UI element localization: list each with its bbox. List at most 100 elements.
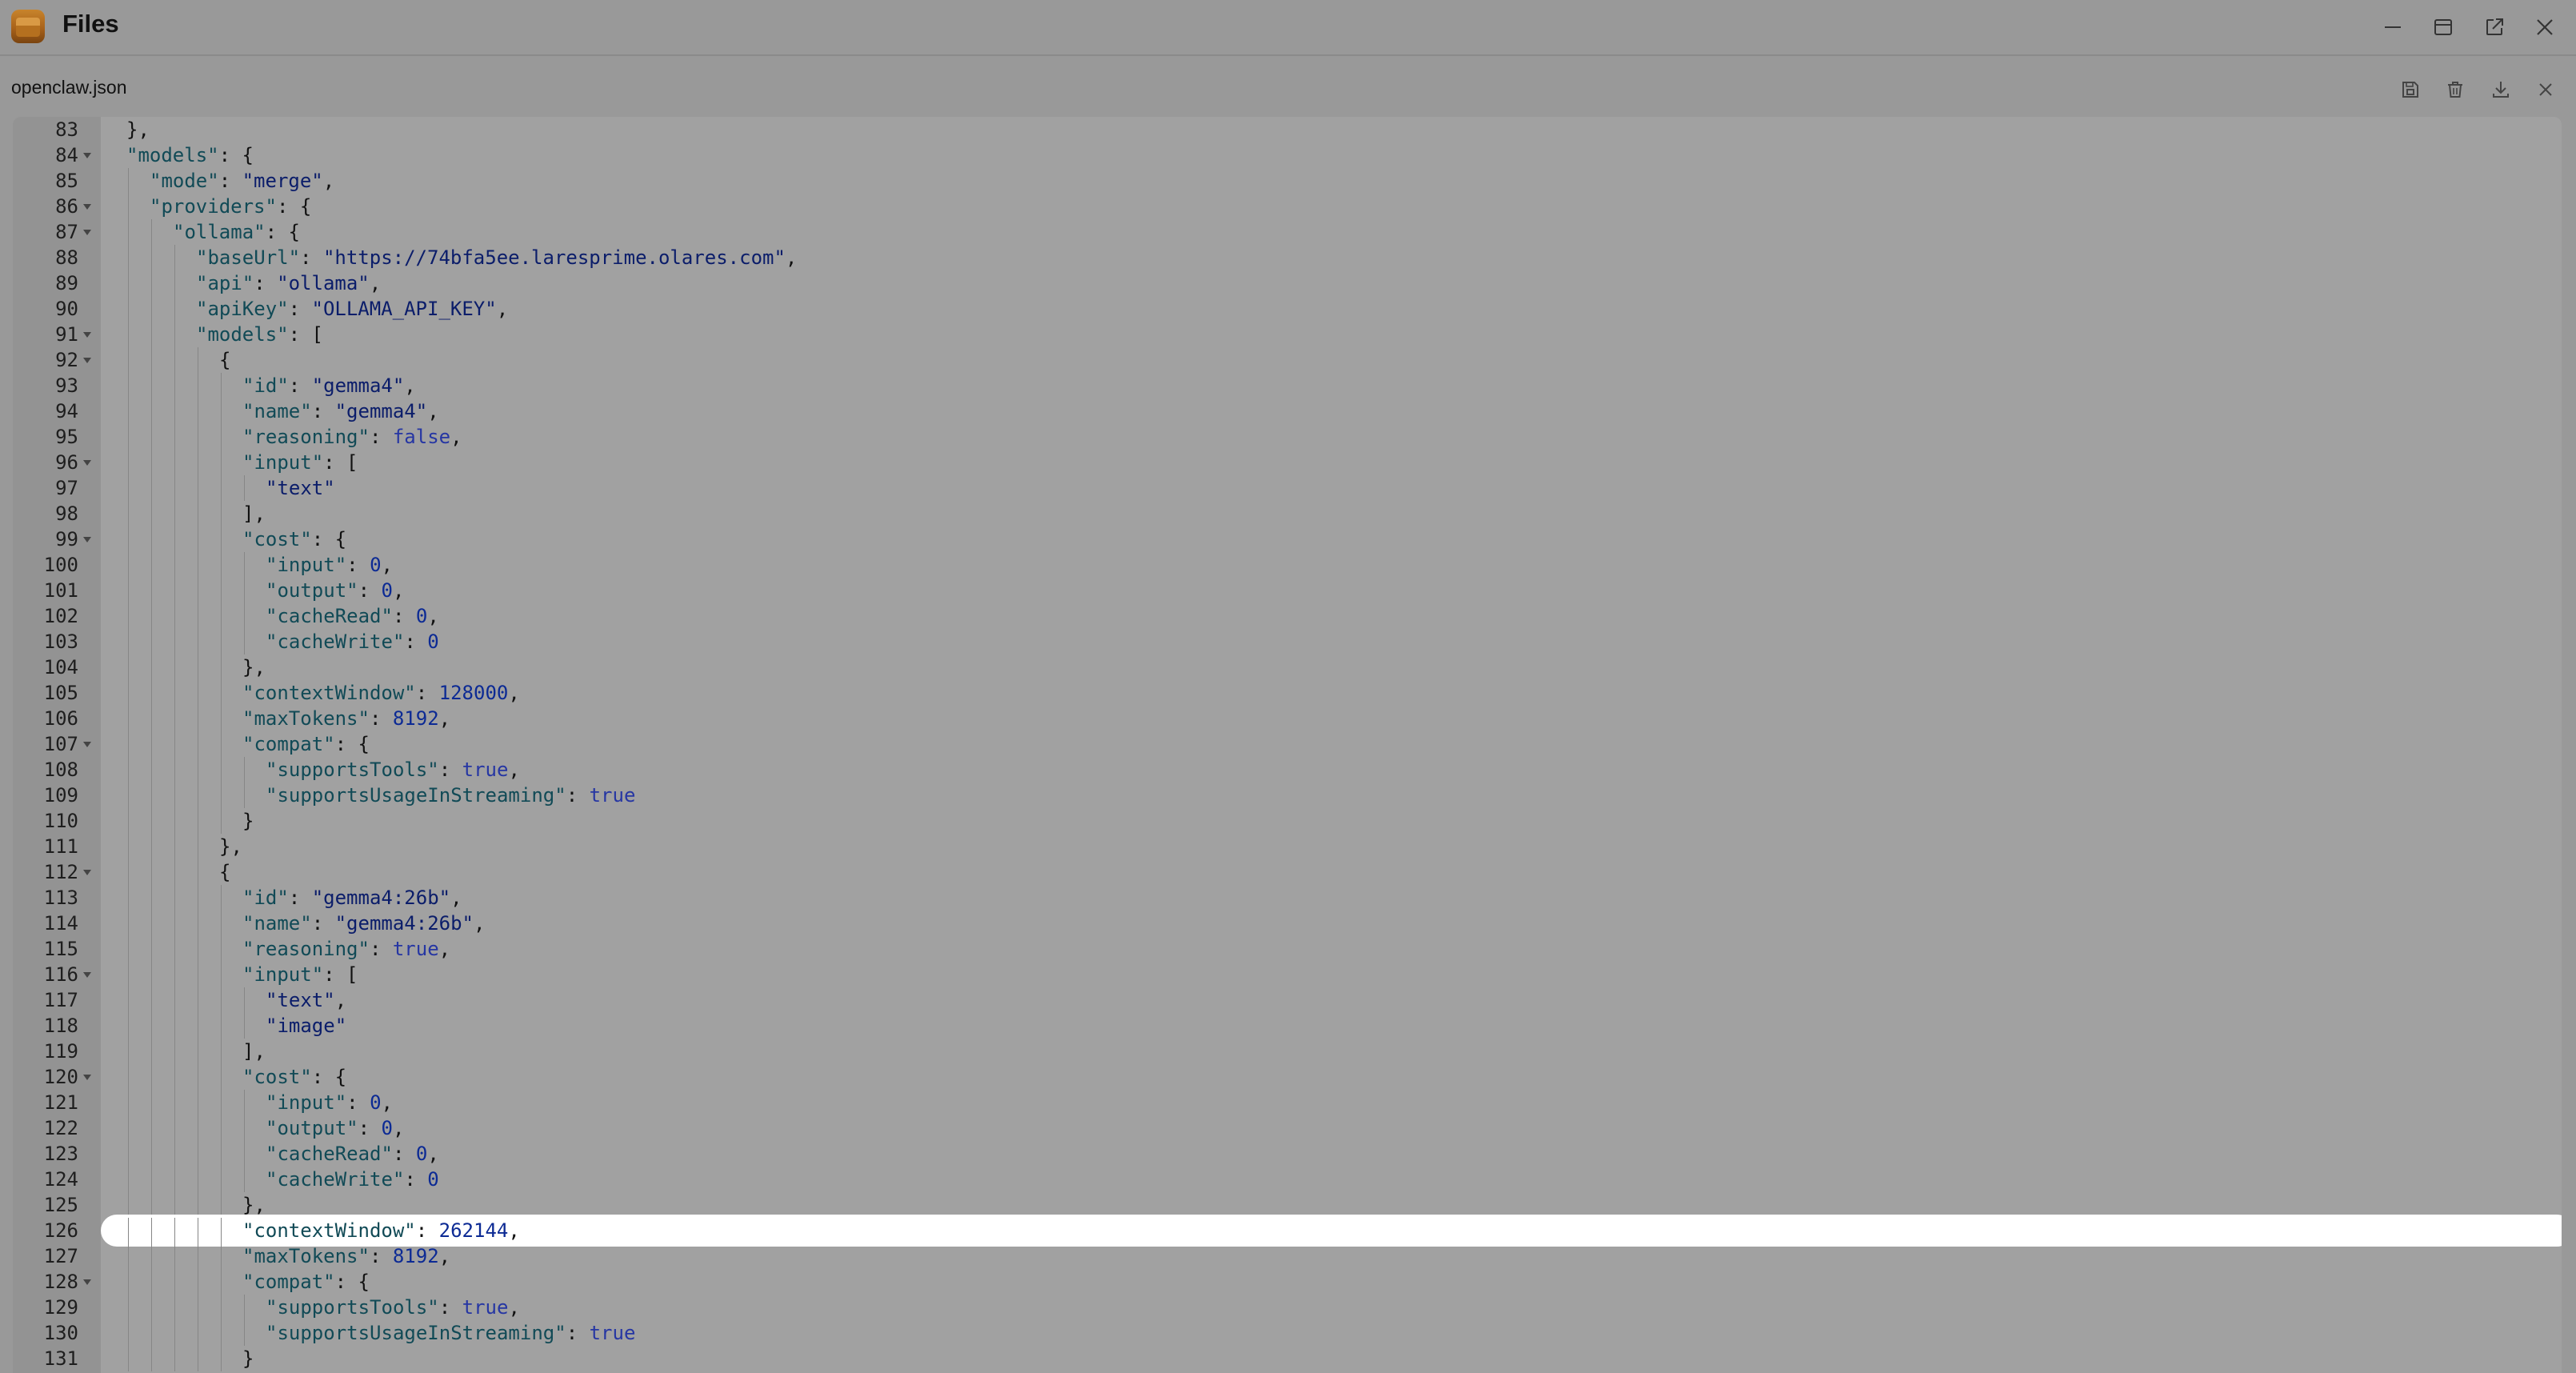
line-number: 109: [43, 784, 78, 807]
code-line[interactable]: 100 "input": 0,: [13, 552, 2562, 578]
code-token: 8192: [392, 707, 439, 730]
line-number: 102: [43, 605, 78, 627]
code-line[interactable]: 121 "input": 0,: [13, 1090, 2562, 1115]
code-line[interactable]: 105 "contextWindow": 128000,: [13, 680, 2562, 706]
code-line[interactable]: 127 "maxTokens": 8192,: [13, 1243, 2562, 1269]
code-token: "text": [266, 989, 335, 1011]
code-line[interactable]: 129 "supportsTools": true,: [13, 1295, 2562, 1320]
code-line[interactable]: 84 "models": {: [13, 142, 2562, 168]
fold-toggle-icon[interactable]: [83, 204, 91, 210]
code-line[interactable]: 98],: [13, 501, 2562, 526]
code-line[interactable]: 130 "supportsUsageInStreaming": true: [13, 1320, 2562, 1346]
code-line[interactable]: 118 "image": [13, 1013, 2562, 1039]
code-text: "output": 0,: [266, 578, 404, 603]
code-token: :: [358, 1117, 382, 1139]
code-line[interactable]: 97 "text": [13, 475, 2562, 501]
code-token: :: [369, 1245, 393, 1267]
code-text: "cacheRead": 0,: [266, 603, 439, 629]
code-line[interactable]: 104},: [13, 654, 2562, 680]
code-line[interactable]: 95 "reasoning": false,: [13, 424, 2562, 450]
line-number: 127: [43, 1245, 78, 1267]
code-line[interactable]: 109 "supportsUsageInStreaming": true: [13, 783, 2562, 808]
fold-toggle-icon[interactable]: [83, 1075, 91, 1080]
code-line[interactable]: 128 "compat": {: [13, 1269, 2562, 1295]
code-token: ],: [242, 502, 266, 525]
download-button[interactable]: [2486, 75, 2515, 104]
code-line[interactable]: 99 "cost": {: [13, 526, 2562, 552]
code-line[interactable]: 117 "text",: [13, 987, 2562, 1013]
code-line[interactable]: 86 "providers": {: [13, 194, 2562, 219]
code-text: ],: [242, 1039, 266, 1064]
code-line[interactable]: 91 "models": [: [13, 322, 2562, 347]
code-token: : {: [276, 195, 312, 218]
code-token: "reasoning": [242, 938, 370, 960]
code-text: "input": [: [242, 450, 358, 475]
minimize-button[interactable]: [2377, 11, 2409, 43]
code-line[interactable]: 112 {: [13, 859, 2562, 885]
code-line[interactable]: 108 "supportsTools": true,: [13, 757, 2562, 783]
line-number: 120: [43, 1066, 78, 1088]
fold-toggle-icon[interactable]: [83, 358, 91, 363]
line-number: 112: [43, 861, 78, 883]
code-line[interactable]: 107 "compat": {: [13, 731, 2562, 757]
code-line[interactable]: 85 "mode": "merge",: [13, 168, 2562, 194]
code-text: "compat": {: [242, 1269, 370, 1295]
code-line[interactable]: 88 "baseUrl": "https://74bfa5ee.laresprim…: [13, 245, 2562, 270]
code-token: ,: [404, 374, 416, 397]
code-line[interactable]: 92 {: [13, 347, 2562, 373]
code-line[interactable]: 102 "cacheRead": 0,: [13, 603, 2562, 629]
line-number: 99: [55, 528, 78, 550]
code-line[interactable]: 116 "input": [: [13, 962, 2562, 987]
code-editor[interactable]: 83}, 84 "models": {85 "mode": "merge", 86 "pr…: [13, 117, 2562, 1373]
fold-toggle-icon[interactable]: [83, 537, 91, 542]
save-button[interactable]: [2396, 75, 2425, 104]
fold-toggle-icon[interactable]: [83, 460, 91, 466]
code-line[interactable]: 90 "apiKey": "OLLAMA_API_KEY",: [13, 296, 2562, 322]
fold-toggle-icon[interactable]: [83, 870, 91, 875]
code-token: "cacheRead": [266, 1143, 393, 1165]
code-line[interactable]: 101 "output": 0,: [13, 578, 2562, 603]
code-line[interactable]: 126 "contextWindow": 262144,: [13, 1218, 2562, 1243]
code-token: "reasoning": [242, 426, 370, 448]
code-token: "OLLAMA_API_KEY": [311, 298, 497, 320]
fold-toggle-icon[interactable]: [83, 972, 91, 978]
code-line[interactable]: 103 "cacheWrite": 0: [13, 629, 2562, 654]
code-line[interactable]: 115 "reasoning": true,: [13, 936, 2562, 962]
code-line[interactable]: 111},: [13, 834, 2562, 859]
code-line[interactable]: 106 "maxTokens": 8192,: [13, 706, 2562, 731]
line-number: 105: [43, 682, 78, 704]
code-line[interactable]: 123 "cacheRead": 0,: [13, 1141, 2562, 1167]
code-token: :: [369, 426, 393, 448]
code-token: "cacheRead": [266, 605, 393, 627]
fold-toggle-icon[interactable]: [83, 1279, 91, 1285]
code-line[interactable]: 94 "name": "gemma4",: [13, 398, 2562, 424]
maximize-button[interactable]: [2427, 11, 2459, 43]
code-line[interactable]: 87 "ollama": {: [13, 219, 2562, 245]
code-token: ,: [427, 605, 439, 627]
delete-button[interactable]: [2441, 75, 2470, 104]
close-window-button[interactable]: [2529, 11, 2561, 43]
code-line[interactable]: 131}: [13, 1346, 2562, 1371]
open-external-button[interactable]: [2478, 11, 2510, 43]
code-token: :: [218, 170, 242, 192]
code-line[interactable]: 89 "api": "ollama",: [13, 270, 2562, 296]
line-number: 103: [43, 630, 78, 653]
code-line[interactable]: 83},: [13, 117, 2562, 142]
fold-toggle-icon[interactable]: [83, 332, 91, 338]
close-file-button[interactable]: [2531, 75, 2560, 104]
code-line[interactable]: 110}: [13, 808, 2562, 834]
code-line[interactable]: 114 "name": "gemma4:26b",: [13, 911, 2562, 936]
code-line[interactable]: 96 "input": [: [13, 450, 2562, 475]
code-line[interactable]: 120 "cost": {: [13, 1064, 2562, 1090]
code-line[interactable]: 119],: [13, 1039, 2562, 1064]
code-line[interactable]: 122 "output": 0,: [13, 1115, 2562, 1141]
fold-toggle-icon[interactable]: [83, 742, 91, 747]
code-line[interactable]: 93 "id": "gemma4",: [13, 373, 2562, 398]
code-token: "maxTokens": [242, 707, 370, 730]
fold-toggle-icon[interactable]: [83, 230, 91, 235]
code-token: "ollama": [173, 221, 266, 243]
code-token: ,: [508, 1296, 520, 1319]
code-line[interactable]: 113 "id": "gemma4:26b",: [13, 885, 2562, 911]
code-line[interactable]: 124 "cacheWrite": 0: [13, 1167, 2562, 1192]
fold-toggle-icon[interactable]: [83, 153, 91, 158]
